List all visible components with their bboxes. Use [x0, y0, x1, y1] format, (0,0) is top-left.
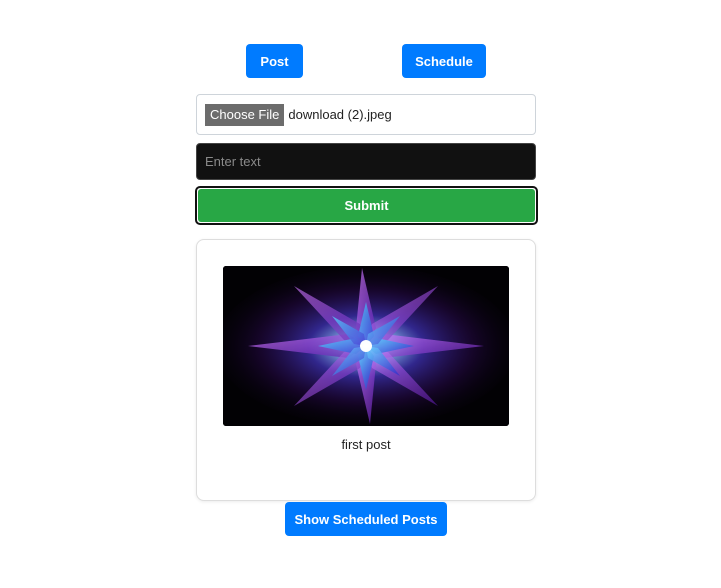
- selected-file-name: download (2).jpeg: [288, 107, 392, 122]
- submit-button[interactable]: Submit: [198, 189, 535, 222]
- submit-focus-ring: Submit: [195, 186, 538, 225]
- text-input[interactable]: [196, 143, 536, 180]
- show-scheduled-posts-button[interactable]: Show Scheduled Posts: [285, 502, 447, 536]
- post-card: first post: [196, 239, 536, 501]
- choose-file-button[interactable]: Choose File: [205, 103, 285, 126]
- page: Post Schedule Choose File download (2).j…: [0, 0, 721, 588]
- post-image: [223, 266, 509, 426]
- post-button[interactable]: Post: [246, 44, 303, 78]
- file-input[interactable]: Choose File download (2).jpeg: [196, 94, 536, 135]
- schedule-button[interactable]: Schedule: [402, 44, 486, 78]
- post-caption: first post: [341, 437, 391, 452]
